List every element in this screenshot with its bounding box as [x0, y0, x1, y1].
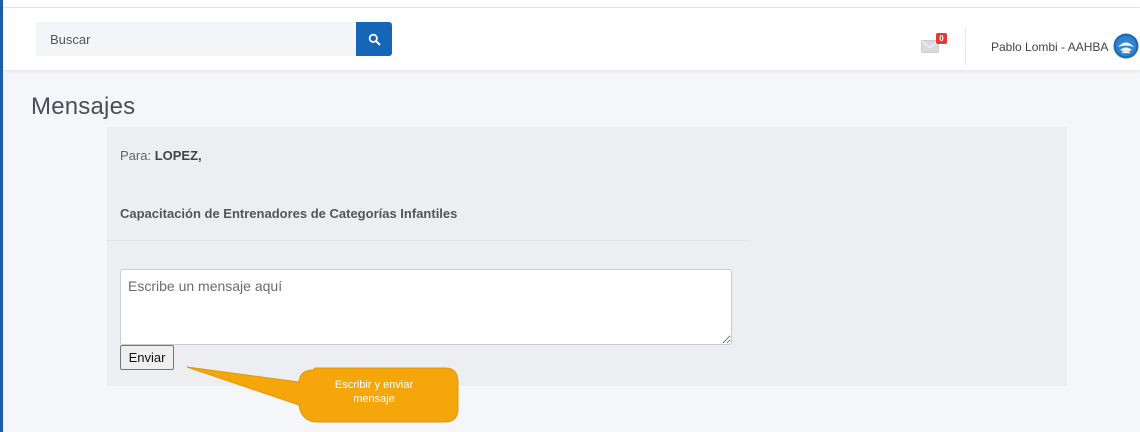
recipient-label: Para:: [120, 148, 152, 163]
message-subject: Capacitación de Entrenadores de Categorí…: [120, 206, 458, 221]
callout-line-1: Escribir y enviar: [334, 379, 414, 391]
messages-indicator[interactable]: 0: [921, 33, 947, 56]
header-divider: [965, 28, 966, 66]
callout-text: Escribir y enviar mensaje: [305, 378, 443, 406]
search-input[interactable]: [36, 22, 356, 56]
user-name[interactable]: Pablo Lombi - AAHBA: [991, 40, 1108, 54]
message-textarea[interactable]: [120, 269, 732, 345]
recipient-value: LOPEZ,: [154, 148, 202, 163]
avatar[interactable]: [1113, 33, 1139, 59]
message-compose-panel: Para: LOPEZ, Capacitación de Entrenadore…: [107, 127, 1067, 386]
browser-edge: [3, 0, 1140, 8]
recipient-line: Para: LOPEZ,: [120, 148, 202, 163]
search-icon: [368, 33, 380, 45]
page-title: Mensajes: [31, 93, 136, 120]
top-navbar: 0 Pablo Lombi - AAHBA: [3, 8, 1140, 70]
send-button[interactable]: Enviar: [120, 345, 174, 370]
search-button[interactable]: [356, 22, 392, 56]
panel-divider: [107, 240, 746, 241]
unread-count-badge: 0: [936, 33, 947, 44]
callout-line-2: mensaje: [353, 393, 395, 405]
